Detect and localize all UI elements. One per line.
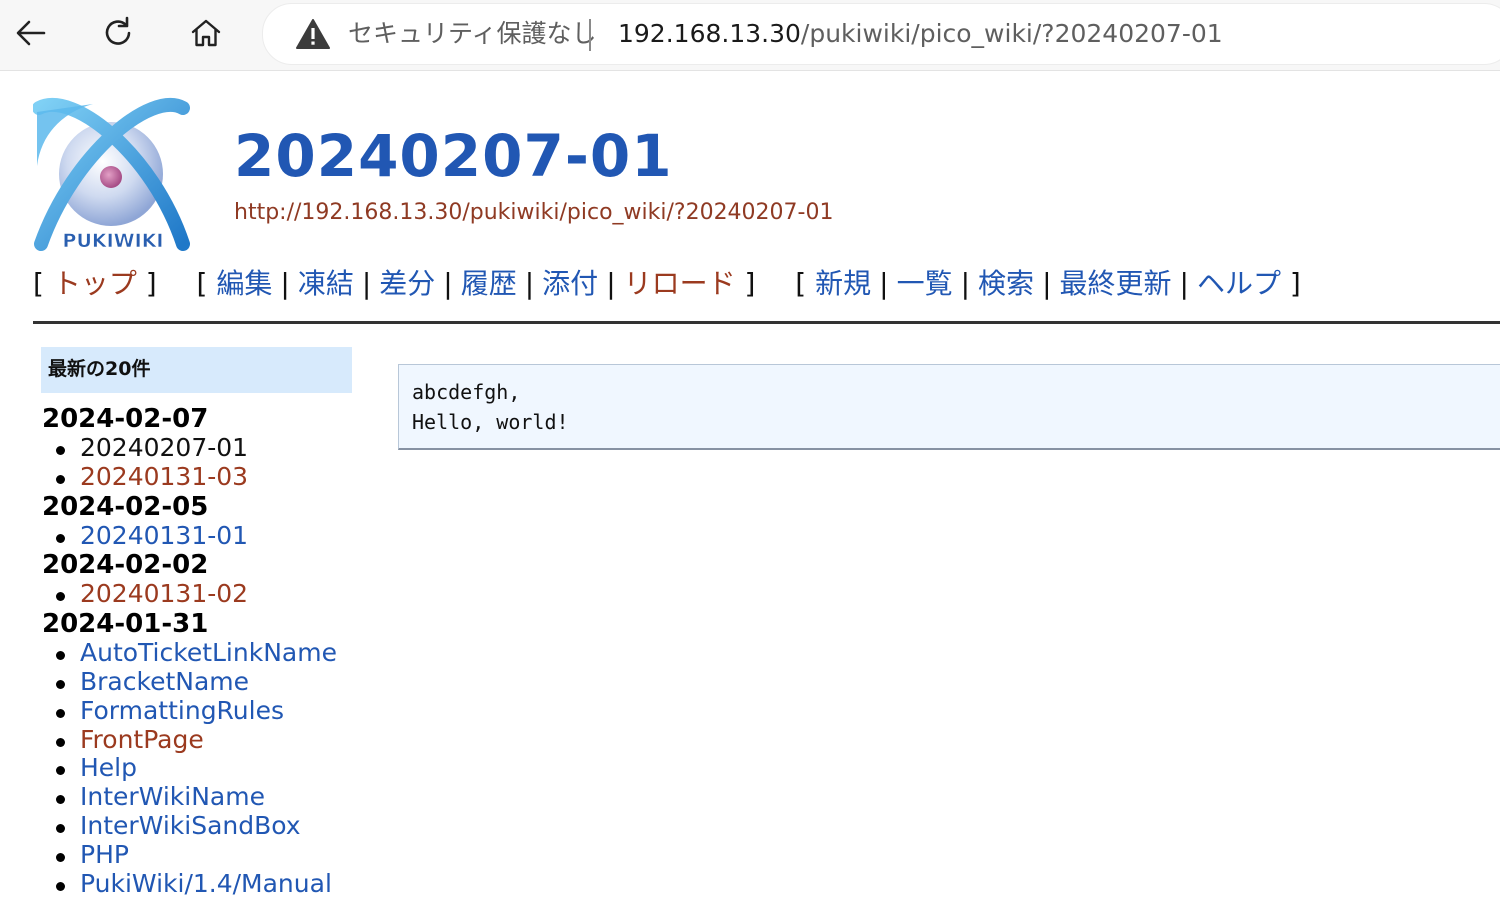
nav-reload-link[interactable]: リロード	[624, 267, 736, 300]
date-heading: 2024-02-05	[42, 491, 209, 522]
date-group-list: 20240207-01 20240131-03	[42, 433, 362, 492]
pukiwiki-logo-icon: PUKIWIKI	[32, 98, 190, 252]
nav-history-link[interactable]: 履歴	[461, 267, 517, 300]
url-host: 192.168.13.30	[618, 19, 801, 48]
nav-freeze-link[interactable]: 凍結	[298, 267, 354, 300]
list-item: 20240131-03	[56, 462, 362, 492]
bracket-close: ]	[1289, 267, 1301, 300]
nav-recent-link[interactable]: 最終更新	[1060, 267, 1172, 300]
nav-top-link[interactable]: トップ	[53, 267, 137, 300]
nav-attach-link[interactable]: 添付	[542, 267, 598, 300]
bracket-open: [	[33, 267, 44, 300]
address-bar[interactable]: セキュリティ保護なし 192.168.13.30/pukiwiki/pico_w…	[262, 3, 1500, 65]
bracket-close: ]	[744, 267, 756, 300]
reload-icon	[105, 16, 131, 45]
recent-page-link[interactable]: AutoTicketLinkName	[80, 638, 337, 667]
content-line: abcdefgh,	[412, 380, 521, 404]
recent-page-link[interactable]: PukiWiki/1.4/Manual	[80, 869, 332, 898]
sidebar-heading: 最新の20件	[41, 347, 352, 393]
nav-help-link[interactable]: ヘルプ	[1197, 267, 1281, 300]
page-url-link[interactable]: http://192.168.13.30/pukiwiki/pico_wiki/…	[234, 199, 833, 227]
header-divider	[33, 321, 1500, 324]
nav-edit-link[interactable]: 編集	[216, 267, 272, 300]
nav-search-link[interactable]: 検索	[978, 267, 1034, 300]
list-item: FormattingRules	[56, 696, 362, 726]
list-item: 20240207-01	[56, 433, 362, 463]
reload-button[interactable]	[95, 10, 141, 56]
list-item: PHP	[56, 840, 362, 870]
separator: |	[606, 267, 616, 300]
url-path: /pukiwiki/pico_wiki/?20240207-01	[800, 19, 1223, 48]
separator: |	[1042, 267, 1052, 300]
browser-toolbar: セキュリティ保護なし 192.168.13.30/pukiwiki/pico_w…	[0, 0, 1500, 71]
list-item: Help	[56, 753, 362, 783]
recent-page-link[interactable]: 20240131-01	[80, 521, 248, 550]
list-item: BracketName	[56, 667, 362, 697]
list-item: PukiWiki/1.4/Manual	[56, 869, 362, 898]
list-item: InterWikiSandBox	[56, 811, 362, 841]
separator: |	[879, 267, 889, 300]
nav-diff-link[interactable]: 差分	[379, 267, 435, 300]
home-icon	[191, 19, 221, 47]
date-heading: 2024-01-31	[42, 609, 209, 640]
separator: |	[524, 267, 535, 300]
bracket-open: [	[196, 267, 208, 300]
list-item: FrontPage	[56, 725, 362, 755]
date-heading: 2024-02-07	[42, 404, 209, 434]
list-item: 20240131-02	[56, 579, 362, 609]
separator: |	[960, 267, 971, 300]
back-arrow-icon	[16, 20, 46, 46]
separator: |	[361, 267, 372, 300]
pukiwiki-logo[interactable]: PUKIWIKI	[32, 94, 193, 252]
date-group-list: 20240131-02	[42, 579, 362, 609]
menu-bar: [ トップ ] [ 編集 | 凍結 | 差分 | 履歴 | 添付 | リロード ] [ 新規 | 一覧 |…	[33, 264, 1301, 304]
list-item: 20240131-01	[56, 521, 362, 551]
warning-icon[interactable]	[296, 18, 330, 50]
bracket-close: ]	[145, 267, 157, 300]
recent-page-link[interactable]: BracketName	[80, 667, 249, 696]
recent-page-link[interactable]: 20240131-02	[80, 579, 248, 608]
recent-changes-list: 2024-02-07 20240207-01 20240131-03 2024-…	[42, 404, 362, 898]
logo-text: PUKIWIKI	[63, 230, 164, 252]
separator: |	[1179, 267, 1189, 300]
list-item: InterWikiName	[56, 782, 362, 812]
recent-page-link[interactable]: Help	[80, 753, 137, 782]
recent-page-link[interactable]: PHP	[80, 840, 129, 869]
address-separator	[589, 19, 591, 51]
security-status-label[interactable]: セキュリティ保護なし	[348, 18, 597, 50]
bracket-open: [	[795, 267, 807, 300]
recent-page-link[interactable]: FrontPage	[80, 725, 204, 754]
date-heading: 2024-02-02	[42, 550, 209, 581]
back-button[interactable]	[8, 10, 54, 56]
date-group-list: AutoTicketLinkName BracketName Formattin…	[42, 638, 362, 898]
home-button[interactable]	[183, 10, 229, 56]
date-group-list: 20240131-01	[42, 521, 362, 551]
separator: |	[280, 267, 290, 300]
recent-page-link[interactable]: FormattingRules	[80, 696, 284, 725]
recent-page-link[interactable]: InterWikiName	[80, 782, 265, 811]
recent-page-link[interactable]: InterWikiSandBox	[80, 811, 301, 840]
page-title[interactable]: 20240207-01	[234, 118, 673, 194]
list-item: AutoTicketLinkName	[56, 638, 362, 668]
preformatted-content: abcdefgh, Hello, world!	[398, 364, 1500, 450]
nav-list-link[interactable]: 一覧	[897, 267, 953, 300]
recent-page-link[interactable]: 20240131-03	[80, 462, 248, 491]
separator: |	[443, 267, 453, 300]
nav-new-link[interactable]: 新規	[815, 267, 871, 300]
current-page-item: 20240207-01	[80, 433, 249, 462]
content-line: Hello, world!	[412, 410, 569, 434]
url-text[interactable]: 192.168.13.30/pukiwiki/pico_wiki/?202402…	[618, 18, 1223, 50]
